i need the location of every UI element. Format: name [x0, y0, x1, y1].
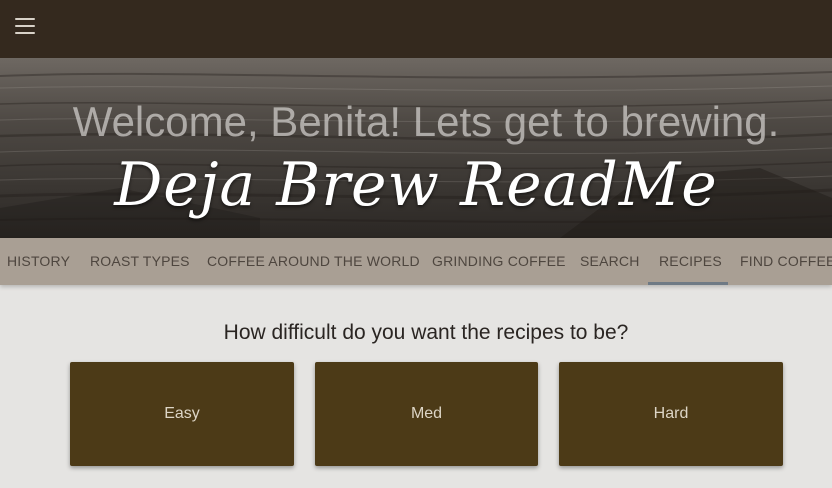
- tab-roast-types[interactable]: ROAST TYPES: [90, 238, 190, 285]
- recipes-panel: How difficult do you want the recipes to…: [0, 285, 832, 488]
- hamburger-menu-icon[interactable]: [15, 18, 35, 34]
- tab-coffee-around-the-world[interactable]: COFFEE AROUND THE WORLD: [207, 238, 420, 285]
- tab-search[interactable]: SEARCH: [580, 238, 640, 285]
- difficulty-hard-button[interactable]: Hard: [559, 362, 783, 466]
- difficulty-med-button[interactable]: Med: [315, 362, 538, 466]
- top-app-bar: [0, 0, 832, 58]
- app-logo-title: Deja Brew ReadMe: [114, 150, 718, 220]
- difficulty-easy-button[interactable]: Easy: [70, 362, 294, 466]
- section-tabs: HISTORY ROAST TYPES COFFEE AROUND THE WO…: [0, 238, 832, 285]
- welcome-message: Welcome, Benita! Lets get to brewing.: [72, 98, 780, 145]
- tab-find-coffee[interactable]: FIND COFFEE: [740, 238, 832, 285]
- difficulty-question: How difficult do you want the recipes to…: [223, 321, 629, 344]
- tab-recipes[interactable]: RECIPES: [659, 238, 722, 285]
- tab-grinding-coffee[interactable]: GRINDING COFFEE: [432, 238, 566, 285]
- tab-history[interactable]: HISTORY: [7, 238, 70, 285]
